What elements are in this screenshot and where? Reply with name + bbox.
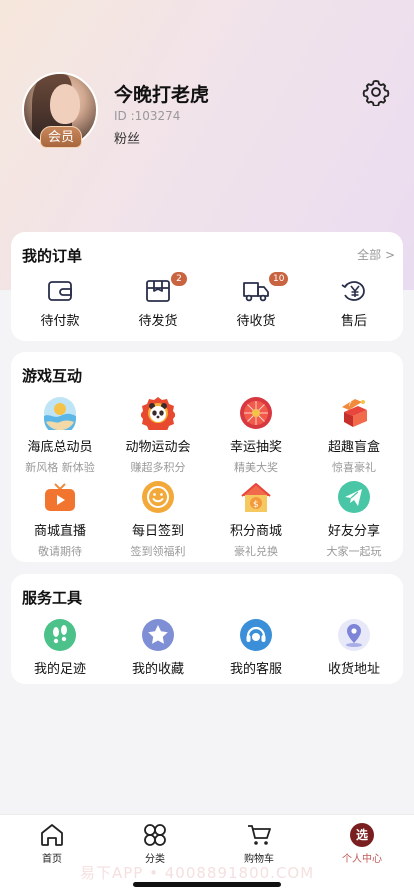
- footprint-icon: [44, 619, 76, 651]
- game-item-daily-checkin[interactable]: 每日签到 签到领福利: [109, 480, 207, 559]
- service-item-label: 我的收藏: [131, 662, 184, 677]
- game-item-subtitle: 精美大奖: [234, 461, 278, 474]
- lucky-wheel-icon: [240, 397, 272, 429]
- share-plane-icon: [338, 481, 370, 513]
- tab-category[interactable]: 分类: [110, 823, 200, 865]
- customer-service-icon: [240, 619, 272, 651]
- delivery-truck-icon: [243, 282, 269, 302]
- order-item-label: 待发货: [138, 314, 178, 329]
- service-item-customer-service[interactable]: 我的客服: [207, 618, 305, 677]
- service-item-label: 收货地址: [327, 662, 380, 677]
- seabed-icon: [44, 397, 76, 430]
- points-shop-icon: $: [241, 483, 271, 512]
- game-item-subtitle: 新风格 新体验: [25, 461, 95, 474]
- home-icon: [41, 824, 63, 846]
- game-item-label: 积分商城: [229, 524, 282, 539]
- game-item-label: 每日签到: [131, 524, 184, 539]
- tab-profile[interactable]: 选 个人中心: [317, 823, 407, 865]
- home-indicator: [133, 882, 281, 887]
- svg-text:$: $: [253, 500, 259, 510]
- order-item-to-receive[interactable]: 10 待收货: [207, 272, 305, 329]
- package-icon: [146, 280, 170, 302]
- orders-title: 我的订单: [22, 247, 83, 265]
- user-id: ID :103274: [114, 109, 181, 123]
- fans-label[interactable]: 粉丝: [114, 128, 140, 147]
- game-item-animal-games[interactable]: 动物运动会 赚超多积分: [109, 396, 207, 475]
- username: 今晚打老虎: [114, 84, 210, 106]
- to-receive-count-badge: 10: [269, 272, 289, 286]
- blind-box-icon: ?: [342, 399, 367, 427]
- refund-yen-icon: [341, 281, 365, 301]
- category-icon: [144, 824, 166, 846]
- order-item-to-ship[interactable]: 2 待发货: [109, 272, 207, 329]
- game-item-label: 幸运抽奖: [229, 440, 282, 455]
- game-item-subtitle: 敬请期待: [38, 545, 82, 558]
- live-tv-icon: [45, 483, 75, 511]
- orders-card: 我的订单 全部 > 待付款 2 待发货 10 待收货 售后: [11, 232, 403, 341]
- game-item-label: 动物运动会: [125, 440, 191, 455]
- game-item-label: 商城直播: [33, 524, 86, 539]
- service-item-address[interactable]: 收货地址: [305, 618, 403, 677]
- game-item-share-friends[interactable]: 好友分享 大家一起玩: [305, 480, 403, 559]
- wallet-icon: [48, 281, 72, 301]
- game-item-label: 好友分享: [327, 524, 380, 539]
- order-item-label: 待付款: [40, 314, 80, 329]
- order-item-after-sales[interactable]: 售后: [305, 278, 403, 329]
- orders-view-all[interactable]: 全部 >: [357, 246, 395, 263]
- service-item-label: 我的客服: [229, 662, 282, 677]
- game-item-subtitle: 大家一起玩: [326, 545, 382, 558]
- game-item-subtitle: 签到领福利: [130, 545, 186, 558]
- services-title: 服务工具: [22, 589, 83, 607]
- profile-header: 会员 今晚打老虎 ID :103274 粉丝: [22, 72, 392, 162]
- panda-icon: [141, 397, 175, 430]
- smile-checkin-icon: [142, 481, 174, 513]
- order-item-pending-payment[interactable]: 待付款: [11, 278, 109, 329]
- location-pin-icon: [338, 619, 370, 651]
- games-card: 游戏互动 海底总动员 新风格 新体验 动物运动会 赚超多积分 幸运抽奖 精美大奖…: [11, 352, 403, 562]
- game-item-blind-box[interactable]: ? 超趣盲盒 惊喜豪礼: [305, 396, 403, 475]
- tab-cart[interactable]: 购物车: [214, 823, 304, 865]
- service-item-favorites[interactable]: 我的收藏: [109, 618, 207, 677]
- profile-tab-icon: 选: [350, 823, 374, 847]
- tab-label: 个人中心: [342, 854, 382, 865]
- watermark-text: 易下APP • 4008891800.COM: [80, 864, 315, 882]
- service-item-label: 我的足迹: [33, 662, 86, 677]
- game-item-subtitle: 赚超多积分: [130, 461, 186, 474]
- game-item-points-shop[interactable]: $ 积分商城 豪礼兑换: [207, 480, 305, 559]
- to-ship-count-badge: 2: [171, 272, 187, 286]
- services-card: 服务工具 我的足迹 我的收藏 我的客服 收货地址: [11, 574, 403, 684]
- star-icon: [142, 619, 174, 651]
- order-item-label: 待收货: [236, 314, 276, 329]
- game-item-subtitle: 惊喜豪礼: [332, 461, 376, 474]
- tab-home[interactable]: 首页: [7, 823, 97, 865]
- gear-icon[interactable]: [362, 78, 390, 106]
- vip-badge: 会员: [40, 126, 82, 148]
- svg-text:?: ?: [348, 400, 352, 408]
- game-item-seabed[interactable]: 海底总动员 新风格 新体验: [11, 396, 109, 475]
- cart-icon: [248, 825, 271, 845]
- game-item-live[interactable]: 商城直播 敬请期待: [11, 480, 109, 559]
- order-item-label: 售后: [340, 314, 367, 329]
- game-item-lucky-draw[interactable]: 幸运抽奖 精美大奖: [207, 396, 305, 475]
- service-item-footprints[interactable]: 我的足迹: [11, 618, 109, 677]
- games-title: 游戏互动: [22, 367, 83, 385]
- game-item-label: 超趣盲盒: [327, 440, 380, 455]
- game-item-subtitle: 豪礼兑换: [234, 545, 278, 558]
- game-item-label: 海底总动员: [27, 440, 93, 455]
